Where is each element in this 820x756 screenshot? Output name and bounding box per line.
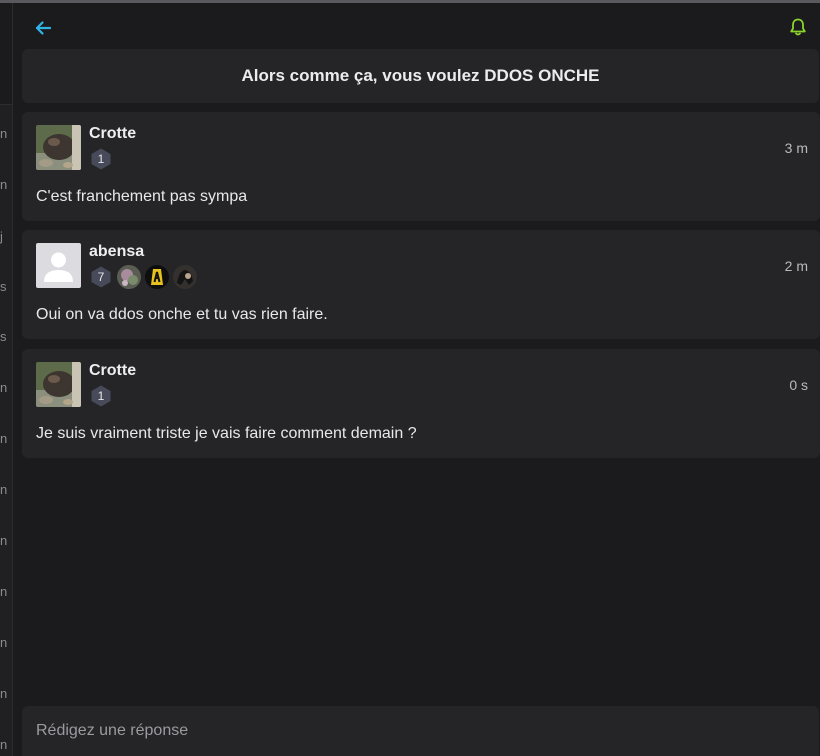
reply-input[interactable] xyxy=(22,706,819,756)
sidebar-fragment: n xyxy=(0,177,8,192)
level-badge: 1 xyxy=(89,147,113,171)
post-author[interactable]: Crotte xyxy=(89,125,136,143)
sidebar-fragment: s xyxy=(0,279,7,294)
user-badges: 1 xyxy=(89,384,113,408)
sidebar-fragment: n xyxy=(0,635,8,650)
window-top-edge xyxy=(0,0,820,3)
user-badges: 7 xyxy=(89,265,197,289)
sidebar-fragment: s xyxy=(0,329,7,344)
bell-icon xyxy=(790,18,806,36)
profile-badge[interactable] xyxy=(117,265,141,289)
sidebar-fragment: n xyxy=(0,584,8,599)
user-avatar[interactable] xyxy=(36,243,81,288)
sidebar-fragment: n xyxy=(0,533,8,548)
sidebar-fragment: n xyxy=(0,431,8,446)
level-number: 1 xyxy=(97,152,105,166)
user-avatar[interactable] xyxy=(36,362,81,407)
post-time: 2 m xyxy=(784,258,808,274)
sidebar-fragment: n xyxy=(0,126,8,141)
post-message: Oui on va ddos onche et tu vas rien fair… xyxy=(36,306,328,323)
level-number: 1 xyxy=(97,389,105,403)
post-author[interactable]: Crotte xyxy=(89,362,136,380)
level-badge: 1 xyxy=(89,384,113,408)
arrow-left-icon xyxy=(35,21,52,35)
post-time: 0 s xyxy=(789,377,808,393)
post-author[interactable]: abensa xyxy=(89,243,144,261)
level-number: 7 xyxy=(97,270,105,284)
notifications-button[interactable] xyxy=(786,15,810,39)
sidebar-fragment: n xyxy=(0,686,8,701)
post-message: C'est franchement pas sympa xyxy=(36,188,248,205)
user-badges: 1 xyxy=(89,147,113,171)
topic-title: Alors comme ça, vous voulez DDOS ONCHE xyxy=(241,66,600,85)
user-avatar[interactable] xyxy=(36,125,81,170)
sidebar-collapsed: n n j s s n n n n n n n n xyxy=(0,3,13,756)
profile-badge[interactable] xyxy=(173,265,197,289)
topic-header: Alors comme ça, vous voulez DDOS ONCHE xyxy=(22,49,819,103)
level-badge: 7 xyxy=(89,265,113,289)
post-message: Je suis vraiment triste je vais faire co… xyxy=(36,425,417,442)
post-item: Crotte 1 0 s Je suis vraiment triste je … xyxy=(22,349,820,458)
post-item: abensa 7 2 m Oui on va ddos onche et tu … xyxy=(22,230,820,339)
sidebar-fragment: n xyxy=(0,737,8,752)
sidebar-header xyxy=(0,3,12,105)
sidebar-fragment: n xyxy=(0,380,8,395)
sidebar-fragment: n xyxy=(0,482,8,497)
post-time: 3 m xyxy=(784,140,808,156)
back-button[interactable] xyxy=(30,15,56,41)
profile-badge[interactable] xyxy=(145,265,169,289)
post-item: Crotte 1 3 m C'est franchement pas sympa xyxy=(22,112,820,221)
sidebar-fragment: j xyxy=(0,229,3,244)
